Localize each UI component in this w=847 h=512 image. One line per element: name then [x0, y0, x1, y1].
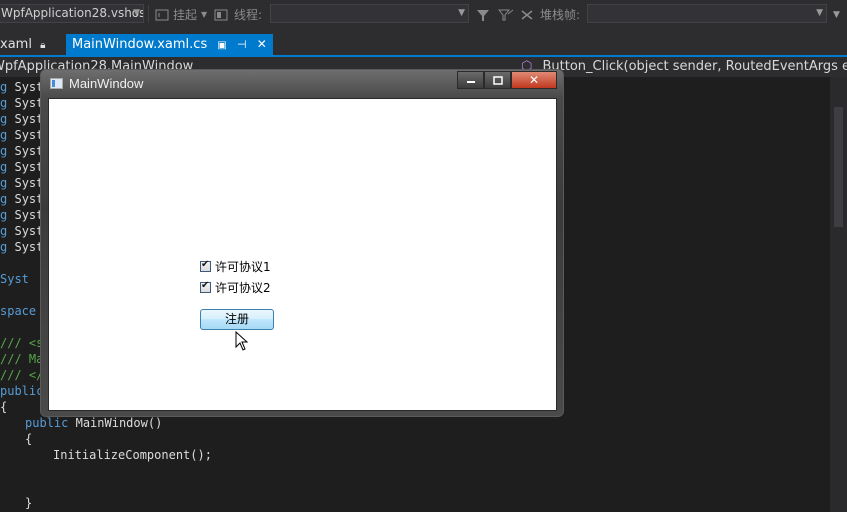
close-button[interactable]: ✕ [511, 71, 557, 89]
process-combo-value: WpfApplication28.vshost [1, 6, 144, 20]
stack-frame-combo[interactable]: ▼ [587, 4, 827, 23]
stack-frame-label: 堆栈帧: [540, 8, 581, 22]
chevron-down-icon: ▼ [201, 10, 208, 19]
toolbar-overflow-icon[interactable]: ▼ [833, 0, 840, 29]
vertical-scrollbar[interactable] [830, 77, 847, 512]
license-checkbox-1[interactable]: 许可协议1 [200, 258, 271, 275]
code-line: { [25, 432, 33, 446]
code-line: /// </ [0, 368, 44, 382]
code-line: g Syst [0, 144, 44, 158]
maximize-icon [492, 75, 503, 85]
scrollbar-thumb[interactable] [834, 107, 843, 227]
filter-button[interactable] [476, 0, 490, 29]
checkbox-label: 许可协议1 [215, 260, 271, 274]
thread-selector: 线程: [214, 0, 262, 29]
code-line: Syst [0, 272, 29, 286]
mouse-cursor-icon [235, 331, 249, 351]
pin-icon[interactable]: ⊣ [237, 38, 247, 51]
main-window: MainWindow ✕ 许可协议1 许可协议2 注册 [40, 69, 564, 417]
code-line: InitializeComponent(); [53, 448, 212, 462]
document-tabs: xaml 🔒︎ MainWindow.xaml.cs ▣ ⊣ ✕ [0, 29, 847, 55]
suspend-icon [155, 9, 169, 20]
code-line: /// <s [0, 336, 44, 350]
code-line: g Syst [0, 96, 44, 110]
code-line: g Syst [0, 80, 44, 94]
minimize-button[interactable] [457, 71, 484, 89]
close-icon[interactable]: ✕ [257, 37, 267, 51]
thread-label: 线程: [234, 8, 263, 22]
code-line: g Syst [0, 208, 44, 222]
code-line: space [0, 304, 37, 318]
debug-toolbar: WpfApplication28.vshost ▼ 挂起 ▼ 线程: ▼ 堆栈帧… [0, 0, 847, 29]
code-line: g Syst [0, 224, 44, 238]
thread-combo[interactable]: ▼ [270, 4, 469, 23]
minimize-icon [466, 81, 475, 83]
tab-xaml[interactable]: xaml 🔒︎ [0, 34, 45, 55]
code-line: } [25, 496, 33, 510]
checkbox-checked-icon[interactable] [200, 280, 211, 293]
code-line: /// Ma [0, 352, 44, 366]
stack-frame-icon [521, 9, 533, 20]
tab-label: xaml [0, 37, 32, 52]
code-line: g Syst [0, 192, 44, 206]
tab-label: MainWindow.xaml.cs [72, 37, 208, 52]
chevron-down-icon: ▼ [133, 8, 140, 18]
member-combo[interactable]: ⬡ Button_Click(object sender, RoutedEven… [521, 57, 847, 77]
suspend-button[interactable]: 挂起 ▼ [155, 0, 207, 29]
code-line: public MainWindow() [25, 416, 163, 430]
register-button[interactable]: 注册 [200, 309, 274, 330]
thread-icon [214, 9, 228, 20]
member-combo-value: Button_Click(object sender, RoutedEventA… [542, 59, 847, 74]
stack-frame-selector: 堆栈帧: [520, 0, 580, 29]
code-line: public [0, 384, 44, 398]
close-icon: ✕ [528, 73, 540, 87]
pin-icon[interactable]: 🔒︎ [40, 40, 45, 51]
chevron-down-icon: ▼ [458, 8, 465, 18]
window-title: MainWindow [69, 76, 144, 91]
code-line: g Syst [0, 128, 44, 142]
checkbox-label: 许可协议2 [215, 281, 271, 295]
lock-icon: ▣ [217, 40, 227, 51]
maximize-button[interactable] [484, 71, 511, 89]
process-combo[interactable]: WpfApplication28.vshost ▼ [0, 4, 144, 23]
window-icon [50, 78, 63, 89]
license-checkbox-2[interactable]: 许可协议2 [200, 279, 271, 296]
tab-mainwindow-xaml-cs[interactable]: MainWindow.xaml.cs ▣ ⊣ ✕ [66, 34, 273, 55]
checkbox-checked-icon[interactable] [200, 259, 211, 272]
caption-buttons: ✕ [457, 71, 557, 90]
flag-filter-icon [498, 9, 514, 20]
suspend-label: 挂起 [173, 8, 198, 22]
flag-filter-button[interactable] [498, 0, 514, 29]
code-line: { [0, 400, 8, 414]
code-line: g Syst [0, 240, 44, 254]
code-line: g Syst [0, 176, 44, 190]
chevron-down-icon: ▼ [816, 8, 823, 18]
code-line: g Syst [0, 112, 44, 126]
window-client-area: 许可协议1 许可协议2 注册 [48, 98, 557, 411]
code-line: g Syst [0, 160, 44, 174]
toolbar-separator [148, 5, 149, 23]
filter-icon [477, 9, 489, 21]
